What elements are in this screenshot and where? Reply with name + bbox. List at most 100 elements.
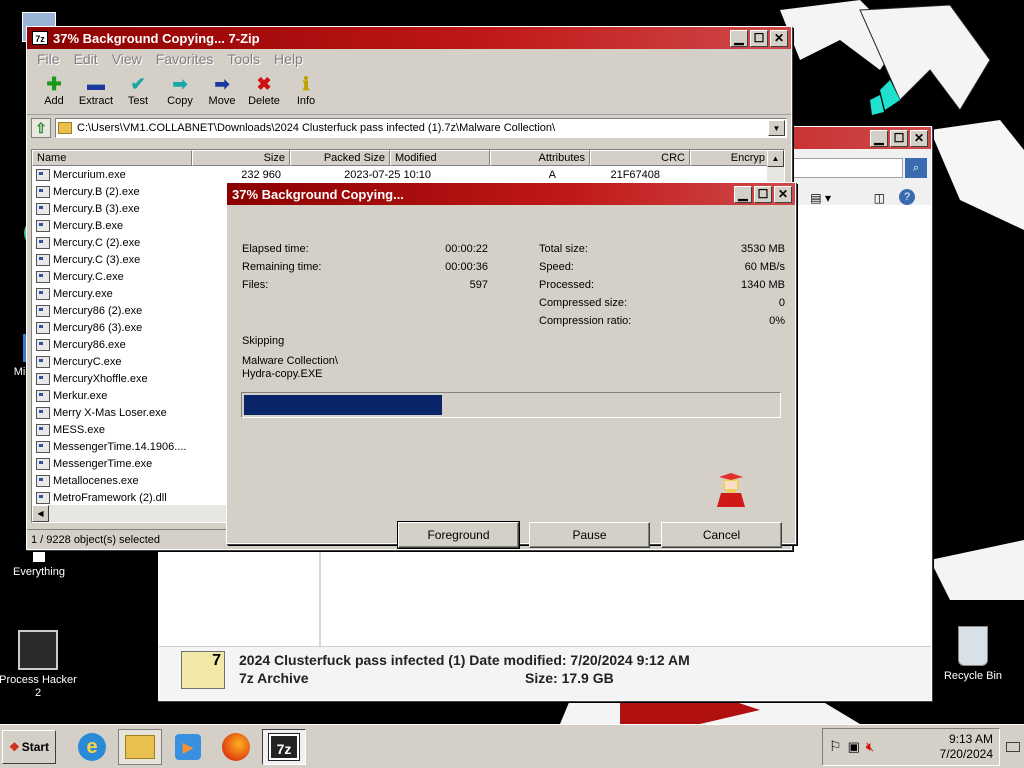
pause-button[interactable]: Pause [529,522,650,548]
table-row[interactable]: Mercurium.exe 232 960 2023-07-25 10:10 A… [32,166,784,183]
file-name: Merry X-Mas Loser.exe [53,406,167,419]
scroll-up-icon[interactable]: ▲ [767,150,784,167]
close-icon[interactable]: ✕ [770,29,788,47]
toolbar-delete-button[interactable]: ✖ Delete [243,69,285,114]
volume-muted-icon[interactable]: 🔇︎ [866,739,874,755]
folder-icon [58,122,72,134]
maximize-icon[interactable]: ☐ [750,29,768,47]
info-icon: ℹ [302,73,310,94]
file-name: Mercurium.exe [53,168,126,181]
toolbar-test-button[interactable]: ✔ Test [117,69,159,114]
taskbar-file-explorer[interactable] [118,728,162,765]
col-name[interactable]: Name [32,150,192,166]
close-icon[interactable]: ✕ [910,129,928,147]
menu-file[interactable]: File [31,51,68,67]
sevenzip-menubar: File Edit View Favorites Tools Help [27,49,791,69]
toolbar-info-button[interactable]: ℹ Info [285,69,327,114]
preview-pane-icon[interactable]: ◫ [874,191,885,205]
network-icon[interactable]: ▣ [848,739,860,755]
status-text: 1 / 9228 object(s) selected [31,533,161,546]
toolbar-label: Extract [78,95,114,107]
stat-value: 0 [778,297,785,309]
taskbar-media-player[interactable]: ▶ [166,729,210,765]
menu-edit[interactable]: Edit [68,51,106,67]
stat-total-size: Total size: 3530 MB [539,240,785,258]
exe-file-icon [36,406,50,419]
sevenzip-titlebar[interactable]: 7z 37% Background Copying... 7-Zip ▁ ☐ ✕ [27,27,791,49]
toolbar-label: Move [208,95,236,107]
process-hacker-icon [18,630,58,670]
file-name: Mercury86.exe [53,338,126,351]
stat-value: 1340 MB [740,279,785,291]
media-player-icon: ▶ [175,733,201,760]
file-list-header: Name Size Packed Size Modified Attribute… [32,150,784,166]
clock[interactable]: 9:13 AM 7/20/2024 [940,732,993,762]
start-button[interactable]: ❖ Start [2,729,56,764]
file-name: Mercury.exe [53,287,113,300]
file-name: MESS.exe [53,423,105,436]
file-name: Mercury.B.exe [53,219,124,232]
taskbar: ❖ Start e ▶ 7z ⚐ ▣ 🔇︎ 9:13 AM 7/20/2024 [0,724,1024,768]
minimize-icon[interactable]: ▁ [870,129,888,147]
explorer-search-input[interactable] [777,158,903,178]
taskbar-internet-explorer[interactable]: e [70,729,114,765]
windows-logo-icon: ❖ [8,739,20,754]
up-folder-icon[interactable]: ⇧ [31,118,51,138]
exe-file-icon [36,202,50,215]
taskbar-firefox[interactable] [214,729,258,765]
cancel-button[interactable]: Cancel [661,522,782,548]
maximize-icon[interactable]: ☐ [890,129,908,147]
sevenzip-window-controls: ▁ ☐ ✕ [730,29,788,47]
toolbar-move-button[interactable]: ➡ Move [201,69,243,114]
close-icon[interactable]: ✕ [774,185,792,203]
help-icon[interactable]: ? [899,189,915,205]
show-desktop-icon[interactable] [1006,741,1020,752]
stat-label: Compression ratio: [539,315,632,327]
stat-label: Compressed size: [539,297,628,309]
stat-value: 60 MB/s [744,261,785,273]
progress-bar-fill [244,395,442,415]
progress-title: 37% Background Copying... [232,186,404,202]
path-bar: ⇧ C:\Users\VM1.COLLABNET\Downloads\2024 … [27,115,791,141]
scroll-left-icon[interactable]: ◀ [32,505,49,522]
toolbar-copy-button[interactable]: ➡ Copy [159,69,201,114]
desktop-icon-everything[interactable]: Everything [0,550,78,579]
path-field[interactable]: C:\Users\VM1.COLLABNET\Downloads\2024 Cl… [55,118,787,138]
col-crc[interactable]: CRC [590,150,690,166]
details-name: 2024 Clusterfuck pass infected (1) Date … [239,652,690,668]
file-name: MercuryXhoffle.exe [53,372,148,385]
file-attributes: A [548,168,556,181]
minimize-icon[interactable]: ▁ [734,185,752,203]
menu-view[interactable]: View [106,51,150,67]
action-center-flag-icon[interactable]: ⚐ [829,738,842,755]
desktop-icon-process-hacker[interactable]: Process Hacker 2 [0,630,77,700]
check-icon: ✔ [130,73,146,94]
menu-tools[interactable]: Tools [221,51,268,67]
col-attributes[interactable]: Attributes [490,150,590,166]
desktop-icon-label: Process Hacker 2 [0,674,77,699]
toolbar-add-button[interactable]: ✚ Add [33,69,75,114]
desktop-icon-recycle-bin[interactable]: Recycle Bin [934,626,1012,683]
folder-icon [125,734,155,759]
minimize-icon[interactable]: ▁ [730,29,748,47]
move-arrow-icon: ➡ [214,73,230,94]
chevron-down-icon[interactable]: ▼ [768,120,785,136]
toolbar-label: Test [127,95,149,107]
foreground-button[interactable]: Foreground [397,521,520,549]
col-size[interactable]: Size [192,150,290,166]
progress-titlebar[interactable]: 37% Background Copying... ▁ ☐ ✕ [227,183,795,205]
path-text: C:\Users\VM1.COLLABNET\Downloads\2024 Cl… [77,122,556,134]
menu-help[interactable]: Help [268,51,311,67]
maximize-icon[interactable]: ☐ [754,185,772,203]
taskbar-7zip[interactable]: 7z [262,728,306,765]
search-icon[interactable]: ⌕ [905,158,927,178]
file-name: MetroFramework (2).dll [53,491,167,504]
menu-favorites[interactable]: Favorites [150,51,222,67]
file-crc: 21F67408 [610,168,660,181]
view-options-icon[interactable]: ▤ ▾ [810,191,831,205]
col-modified[interactable]: Modified [390,150,490,166]
col-packed-size[interactable]: Packed Size [290,150,390,166]
toolbar-extract-button[interactable]: ▬ Extract [75,69,117,114]
file-name: Mercury.B (3).exe [53,202,140,215]
col-encrypted[interactable]: Encryp [690,150,770,166]
